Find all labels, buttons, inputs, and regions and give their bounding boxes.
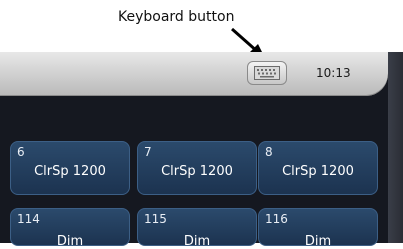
keyboard-button[interactable] xyxy=(247,61,287,85)
keyboard-icon xyxy=(254,66,280,80)
scroll-strip xyxy=(388,52,403,243)
fixture-number: 6 xyxy=(17,145,25,159)
fixture-button[interactable]: 114 Dim xyxy=(10,208,130,249)
fixture-button[interactable]: 115 Dim xyxy=(137,208,257,249)
fixture-number: 7 xyxy=(144,145,152,159)
fixture-number: 115 xyxy=(144,212,167,226)
fixture-name: Dim xyxy=(56,234,84,249)
fixture-number: 116 xyxy=(265,212,288,226)
fixture-button[interactable]: 116 Dim xyxy=(258,208,378,249)
fixture-grid: 6 ClrSp 1200 7 ClrSp 1200 8 ClrSp 1200 1… xyxy=(0,96,388,249)
title-bar: 10:13 xyxy=(0,52,388,96)
clock: 10:13 xyxy=(316,66,351,80)
console-screen: 10:13 6 ClrSp 1200 7 ClrSp 1200 8 ClrSp … xyxy=(0,52,403,249)
fixture-button[interactable]: 7 ClrSp 1200 xyxy=(137,141,257,195)
fixture-name: ClrSp 1200 xyxy=(161,164,233,179)
fixture-number: 8 xyxy=(265,145,273,159)
fixture-button[interactable]: 6 ClrSp 1200 xyxy=(10,141,130,195)
fixture-name: Dim xyxy=(304,234,332,249)
fixture-name: ClrSp 1200 xyxy=(282,164,354,179)
fixture-number: 114 xyxy=(17,212,40,226)
fixture-name: ClrSp 1200 xyxy=(34,164,106,179)
fixture-name: Dim xyxy=(183,234,211,249)
fixture-button[interactable]: 8 ClrSp 1200 xyxy=(258,141,378,195)
